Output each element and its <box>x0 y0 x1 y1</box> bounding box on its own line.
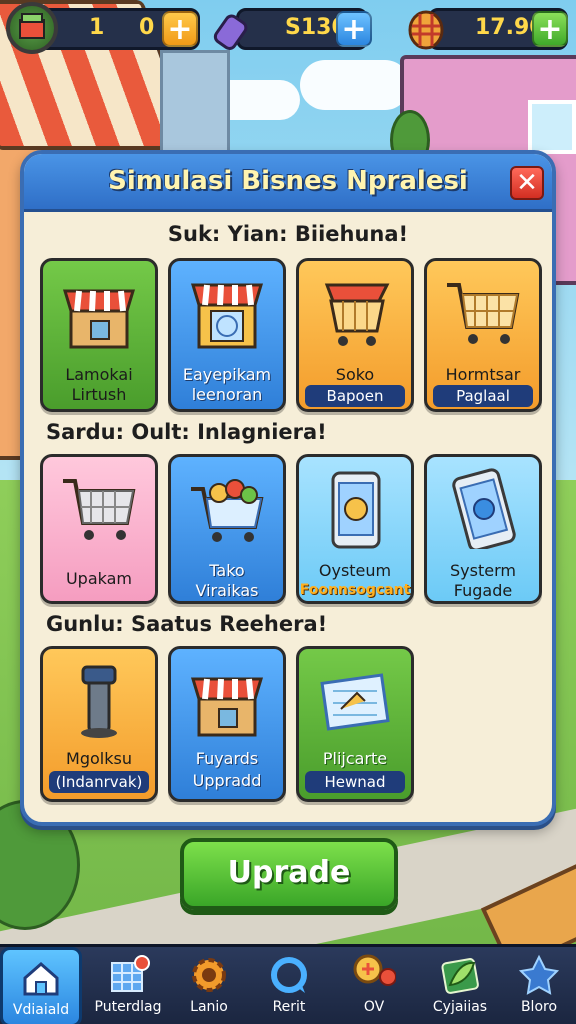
section-title: Gunlu: Saatus Reehera! <box>46 612 328 636</box>
close-button[interactable]: ✕ <box>510 166 544 200</box>
coins-icon <box>353 954 396 986</box>
shopping-cart-icon <box>447 283 520 344</box>
upgrade-card[interactable]: Oysteum Foonnsogcant <box>296 454 414 604</box>
upgrade-card[interactable]: Mgolksu (Indanrvak) <box>40 646 158 802</box>
calendar-icon <box>111 955 150 992</box>
upgrade-card[interactable]: Eayepikam leenoran <box>168 258 286 412</box>
nav-label: Lanio <box>190 999 228 1015</box>
card-ribbon: Hewnad <box>305 771 405 793</box>
tablet-icon <box>452 468 516 549</box>
nav-label: Bloro <box>520 999 558 1015</box>
upgrade-card[interactable]: Soko Bapoen <box>296 258 414 412</box>
refresh-icon <box>271 957 307 993</box>
upgrade-card[interactable]: Tako Viraikas <box>168 454 286 604</box>
nav-item-settings[interactable]: Lanio <box>170 947 248 1024</box>
card-ribbon: Bapoen <box>305 385 405 407</box>
card-label: Fuyards <box>195 749 259 768</box>
card-label: Plijcarte <box>322 749 388 768</box>
panel-title: Simulasi Bisnes Npralesi <box>108 166 468 196</box>
star-badge-icon <box>518 954 560 995</box>
card-label: Mgolksu <box>66 749 132 768</box>
tablet-icon <box>331 471 381 549</box>
home-icon <box>23 962 59 996</box>
gems-value: 0 <box>139 15 155 40</box>
nav-item-refresh[interactable]: Rerit <box>250 947 328 1024</box>
shop-icon <box>62 289 136 349</box>
pillar-icon <box>81 665 117 738</box>
shop-clock-icon <box>190 283 264 349</box>
card-label: Upakam <box>65 569 133 588</box>
card-sublabel: Viraikas <box>195 581 259 600</box>
shop-icon <box>190 677 264 737</box>
background-building <box>160 50 230 160</box>
card-sublabel: leenoran <box>191 385 263 404</box>
card-label: Systerm <box>450 561 516 580</box>
cloud <box>300 60 410 110</box>
upgrade-card[interactable]: Systerm Fugade <box>424 454 542 604</box>
nav-label: Vdiaiald <box>12 1002 70 1018</box>
card-label: Hormtsar <box>445 365 521 384</box>
section-title: Suk: Yian: Biiehuna! <box>167 222 409 246</box>
panel-header: Simulasi Bisnes Npralesi ✕ <box>24 154 552 212</box>
upgrade-card[interactable]: Fuyards Uppradd <box>168 646 286 802</box>
shop-cart-icon <box>324 283 390 346</box>
upgrade-card[interactable]: Lamokai Lirtush <box>40 258 158 412</box>
card-label: Lamokai <box>65 365 133 384</box>
add-cash-button[interactable]: + <box>336 11 372 47</box>
card-sublabel: Foonnsogcant <box>299 582 411 598</box>
nav-item-badge[interactable]: Bloro <box>502 947 576 1024</box>
card-ribbon: (Indanrvak) <box>49 771 149 793</box>
leaf-card-icon <box>441 958 479 994</box>
potion-icon <box>212 10 252 52</box>
level-value: 1 <box>89 15 105 40</box>
nav-label: OV <box>363 999 385 1015</box>
nav-label: Rerit <box>272 999 306 1015</box>
shopping-cart-icon <box>63 479 136 540</box>
add-coins-button[interactable]: + <box>532 11 568 47</box>
card-sublabel: Uppradd <box>192 771 262 790</box>
upgrade-card[interactable]: Plijcarte Hewnad <box>296 646 414 802</box>
shop-badge-icon <box>6 2 58 54</box>
lantern-icon <box>406 8 446 52</box>
background-window <box>528 100 576 154</box>
card-label: Eayepikam <box>182 365 272 384</box>
gear-icon <box>192 958 226 992</box>
section-title: Sardu: Oult: Inlagniera! <box>46 420 327 444</box>
card-label: Oysteum <box>318 561 392 580</box>
nav-label: Cyjaiias <box>432 999 488 1015</box>
upgrade-card[interactable]: Hormtsar Paglaal <box>424 258 542 412</box>
card-label: Soko <box>335 365 375 384</box>
upgrade-button[interactable]: Uprade <box>180 838 398 910</box>
card-sublabel: Lirtush <box>71 385 127 404</box>
business-sim-panel: Simulasi Bisnes Npralesi ✕ Suk: Yian: Bi… <box>20 150 556 826</box>
nav-item-schedule[interactable]: Puterdlag <box>86 947 170 1024</box>
card-sublabel: Fugade <box>453 581 513 600</box>
blueprint-icon <box>320 673 390 731</box>
full-cart-icon <box>191 479 264 542</box>
add-level-button[interactable]: + <box>162 11 198 47</box>
nav-item-home[interactable]: Vdiaiald <box>0 947 82 1024</box>
nav-label: Puterdlag <box>94 999 162 1015</box>
card-ribbon: Paglaal <box>433 385 533 407</box>
bottom-nav: Vdiaiald Puterdlag Lanio Rerit OV Cyjaii… <box>0 944 576 1024</box>
upgrade-card[interactable]: Upakam <box>40 454 158 604</box>
nav-item-cards[interactable]: Cyjaiias <box>418 947 502 1024</box>
card-label: Tako <box>209 561 245 580</box>
nav-item-coins[interactable]: OV <box>332 947 416 1024</box>
